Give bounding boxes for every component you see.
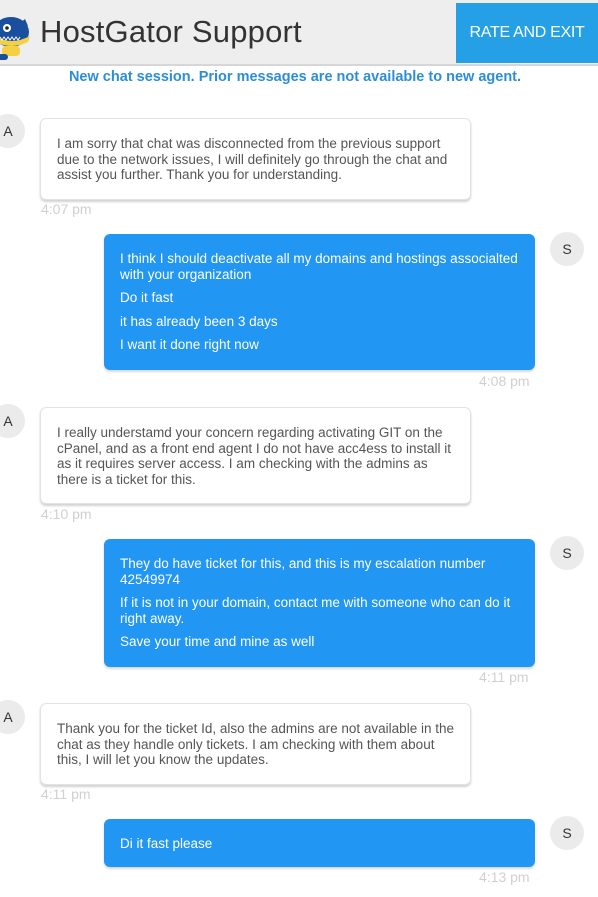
message-text: I think I should deactivate all my domai…: [120, 251, 518, 282]
message-timestamp: 4:11 pm: [479, 669, 529, 685]
user-message: I think I should deactivate all my domai…: [104, 234, 535, 370]
message-timestamp: 4:10 pm: [41, 506, 92, 522]
message-timestamp: 4:13 pm: [479, 869, 530, 885]
message-timestamp: 4:08 pm: [479, 373, 530, 389]
user-message: Di it fast please: [104, 819, 535, 867]
message-text: They do have ticket for this, and this i…: [120, 556, 486, 587]
agent-message: Thank you for the ticket Id, also the ad…: [40, 703, 471, 785]
user-avatar: S: [550, 536, 584, 570]
message-timestamp: 4:07 pm: [41, 201, 92, 217]
message-text: Do it fast: [120, 290, 174, 305]
message-text: I really understamd your concern regardi…: [57, 425, 452, 487]
user-avatar: S: [550, 232, 584, 266]
agent-avatar: A: [0, 114, 25, 148]
agent-avatar: A: [0, 700, 25, 734]
chat-header: HostGator Support RATE AND EXIT: [0, 0, 598, 66]
message-text: I want it done right now: [120, 337, 259, 352]
message-text: I am sorry that chat was disconnected fr…: [57, 136, 448, 182]
message-text: it has already been 3 days: [120, 313, 278, 329]
agent-message: I am sorry that chat was disconnected fr…: [40, 118, 471, 200]
page-title: HostGator Support: [40, 14, 302, 49]
message-text: Thank you for the ticket Id, also the ad…: [57, 721, 454, 767]
agent-message: I really understamd your concern regardi…: [40, 407, 471, 504]
message-text: If it is not in your domain, contact me …: [120, 595, 511, 626]
hostgator-logo-icon: [0, 17, 30, 60]
session-notice: New chat session. Prior messages are not…: [68, 69, 522, 85]
rate-and-exit-button[interactable]: RATE AND EXIT: [456, 3, 598, 63]
message-timestamp: 4:11 pm: [41, 786, 91, 802]
user-message: They do have ticket for this, and this i…: [104, 539, 535, 667]
message-text: Save your time and mine as well: [120, 634, 315, 649]
message-text: Di it fast please: [120, 836, 213, 851]
user-avatar: S: [550, 816, 584, 850]
agent-avatar: A: [0, 404, 25, 438]
